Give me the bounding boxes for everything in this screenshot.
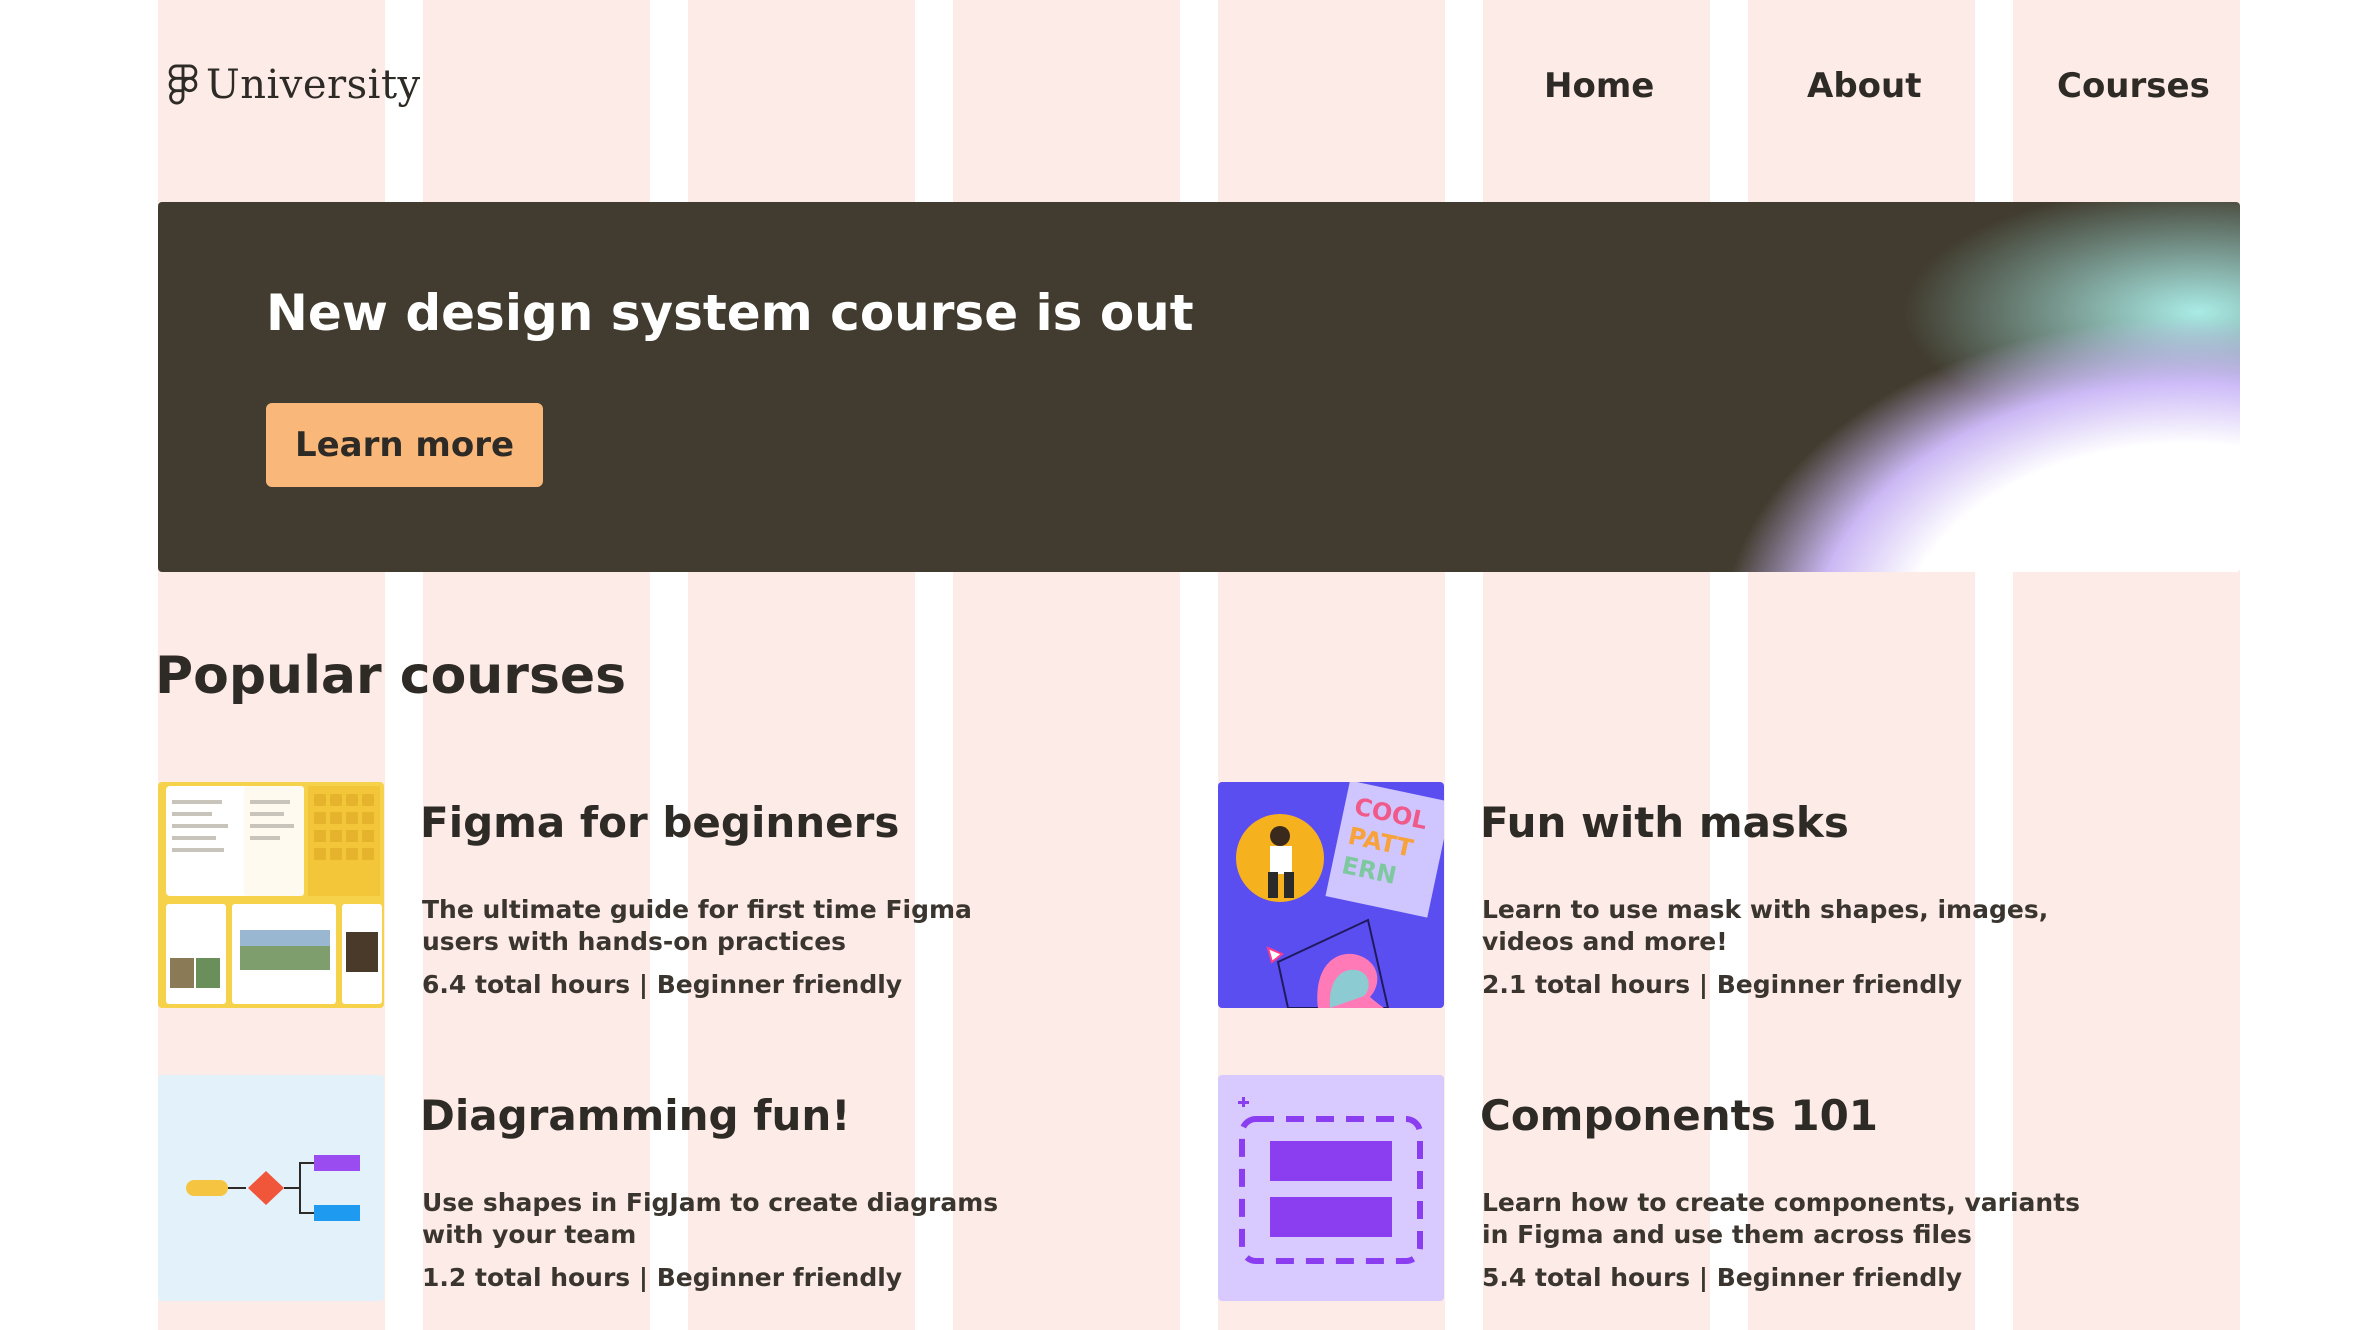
masks-thumbnail: COOL PATT ERN — [1218, 782, 1444, 1008]
flowchart-thumbnail — [158, 1075, 384, 1301]
logo-text: University — [206, 62, 421, 108]
promo-banner: New design system course is out Learn mo… — [158, 202, 2240, 572]
learn-more-button[interactable]: Learn more — [266, 403, 543, 487]
course-card-figma-for-beginners[interactable]: Figma for beginners The ultimate guide f… — [158, 782, 1158, 1022]
course-card-components-101[interactable]: Components 101 Learn how to create compo… — [1218, 1075, 2218, 1315]
course-meta: 1.2 total hours | Beginner friendly — [422, 1263, 903, 1292]
course-title[interactable]: Components 101 — [1480, 1091, 1878, 1140]
banner-title: New design system course is out — [266, 284, 1194, 342]
course-meta: 2.1 total hours | Beginner friendly — [1482, 970, 1963, 999]
course-title[interactable]: Fun with masks — [1480, 798, 1849, 847]
figma-beginners-thumbnail — [158, 782, 384, 1008]
figma-logo-icon — [168, 64, 198, 105]
course-description: Learn to use mask with shapes, images, v… — [1482, 895, 2049, 956]
component-thumbnail — [1218, 1075, 1444, 1301]
nav-courses[interactable]: Courses — [2057, 66, 2210, 106]
logo-link[interactable]: University — [168, 62, 421, 108]
course-description: Learn how to create components, variants… — [1482, 1188, 2081, 1249]
course-meta: 6.4 total hours | Beginner friendly — [422, 970, 903, 999]
popular-courses-heading: Popular courses — [155, 646, 627, 706]
course-title[interactable]: Diagramming fun! — [420, 1091, 850, 1140]
course-card-fun-with-masks[interactable]: COOL PATT ERN Fun with masks Learn to us… — [1218, 782, 2218, 1022]
nav-about[interactable]: About — [1807, 66, 1921, 106]
course-description: Use shapes in FigJam to create diagrams … — [422, 1188, 999, 1249]
course-description: The ultimate guide for first time Figma … — [422, 895, 972, 956]
course-card-diagramming-fun[interactable]: Diagramming fun! Use shapes in FigJam to… — [158, 1075, 1158, 1315]
course-meta: 5.4 total hours | Beginner friendly — [1482, 1263, 1963, 1292]
course-title[interactable]: Figma for beginners — [420, 798, 899, 847]
nav-home[interactable]: Home — [1544, 66, 1654, 106]
